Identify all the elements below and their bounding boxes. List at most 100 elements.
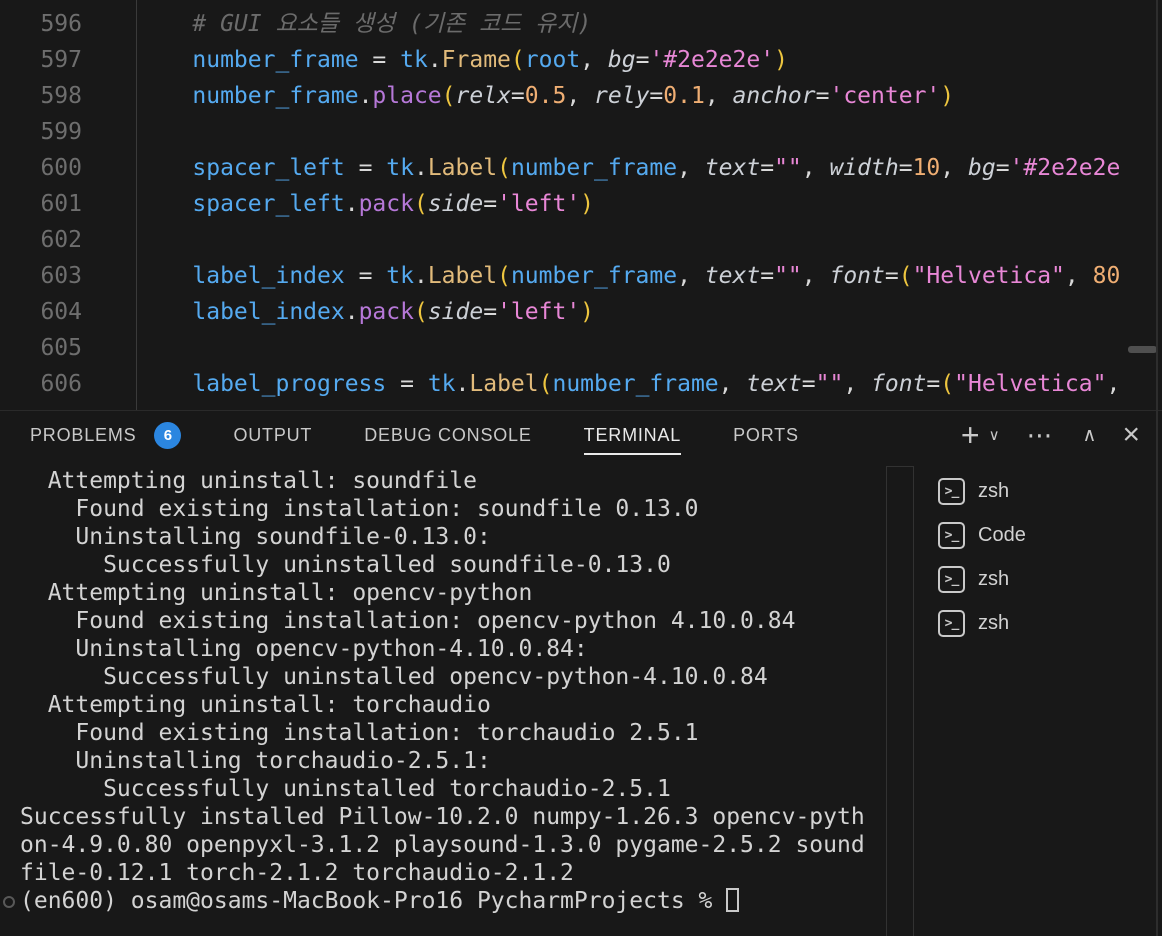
code-token: =: [635, 47, 650, 73]
code-text: spacer_left = tk.Label(number_frame, tex…: [82, 150, 1120, 186]
terminal-line: Attempting uninstall: soundfile: [20, 468, 477, 494]
code-token: Frame: [441, 47, 511, 73]
terminal-list-label: zsh: [978, 479, 1010, 502]
line-number[interactable]: 601: [0, 186, 82, 222]
tab-problems[interactable]: PROBLEMS 6: [30, 411, 182, 459]
tab-terminal[interactable]: TERMINAL: [583, 411, 682, 459]
code-token: "Helvetica": [912, 263, 1065, 289]
terminal-list-item[interactable]: >_ zsh: [915, 557, 1162, 601]
close-panel-icon[interactable]: ×: [1122, 420, 1140, 450]
code-token: .: [413, 155, 428, 181]
code-token: =: [483, 191, 498, 217]
code-token: 0.5: [524, 83, 567, 109]
more-actions-icon[interactable]: ⋯: [1027, 420, 1054, 451]
panel-tabs: PROBLEMS 6 OUTPUT DEBUG CONSOLE TERMINAL PORT…: [30, 411, 799, 459]
code-token: side: [427, 299, 484, 325]
code-token: ,: [718, 371, 747, 397]
line-number[interactable]: 596: [0, 6, 82, 42]
tab-ports[interactable]: PORTS: [733, 411, 799, 459]
code-token: number_frame: [192, 83, 359, 109]
code-line[interactable]: 598 number_frame.place(relx=0.5, rely=0.…: [0, 78, 1162, 114]
line-number[interactable]: 606: [0, 366, 82, 402]
code-text: number_frame = tk.Frame(root, bg='#2e2e2…: [82, 42, 788, 78]
line-number[interactable]: 605: [0, 330, 82, 366]
code-line[interactable]: 606 label_progress = tk.Label(number_fra…: [0, 366, 1162, 402]
code-token: Label: [427, 155, 498, 181]
line-number[interactable]: 604: [0, 294, 82, 330]
code-token: pack: [358, 191, 414, 217]
launch-profile-dropdown[interactable]: ∨: [989, 426, 1000, 444]
line-number[interactable]: 597: [0, 42, 82, 78]
terminal-list-item[interactable]: >_ zsh: [915, 601, 1162, 645]
code-token: ,: [1064, 263, 1093, 289]
code-token: bg: [967, 155, 996, 181]
code-line[interactable]: 605: [0, 330, 1162, 366]
code-token: (: [497, 155, 511, 181]
line-number[interactable]: 598: [0, 78, 82, 114]
terminal-output[interactable]: Attempting uninstall: soundfile Found ex…: [0, 459, 886, 936]
code-text: label_index = tk.Label(number_frame, tex…: [82, 258, 1120, 294]
code-token: tk: [427, 371, 456, 397]
terminal-line: Successfully installed Pillow-10.2.0 num…: [20, 804, 865, 830]
terminal-icon: >_: [938, 565, 965, 593]
code-line[interactable]: 601 spacer_left.pack(side='left'): [0, 186, 1162, 222]
terminal-icon: >_: [938, 521, 965, 549]
code-token: =: [510, 83, 525, 109]
code-token: number_frame: [552, 371, 719, 397]
terminal-list-item[interactable]: >_ zsh: [915, 469, 1162, 513]
code-line[interactable]: 600 spacer_left = tk.Label(number_frame,…: [0, 150, 1162, 186]
code-line[interactable]: 604 label_index.pack(side='left'): [0, 294, 1162, 330]
code-token: 'left': [497, 191, 581, 217]
code-token: =: [344, 155, 387, 181]
code-token: Label: [427, 263, 498, 289]
code-token: =: [995, 155, 1010, 181]
code-line[interactable]: 597 number_frame = tk.Frame(root, bg='#2…: [0, 42, 1162, 78]
terminal-prompt-text: (en600) osam@osams-MacBook-Pro16 Pycharm…: [20, 888, 727, 914]
code-line[interactable]: 596 # GUI 요소들 생성 (기존 코드 유지): [0, 6, 1162, 42]
code-line[interactable]: 602: [0, 222, 1162, 258]
bottom-panel: PROBLEMS 6 OUTPUT DEBUG CONSOLE TERMINAL PORT…: [0, 410, 1162, 936]
code-token: =: [898, 155, 913, 181]
terminal-list-item[interactable]: >_ Code: [915, 513, 1162, 557]
new-terminal-icon[interactable]: +: [961, 419, 980, 451]
tab-debug-console[interactable]: DEBUG CONSOLE: [364, 411, 531, 459]
line-number[interactable]: 602: [0, 222, 82, 258]
code-token: tk: [386, 263, 414, 289]
command-decoration-icon: [3, 896, 15, 908]
code-token: =: [760, 263, 775, 289]
code-token: spacer_left: [192, 155, 345, 181]
code-token: Label: [469, 371, 539, 397]
code-token: '#2e2e2e: [1009, 155, 1121, 181]
code-token: ,: [801, 263, 830, 289]
code-token: 'center': [829, 83, 941, 109]
code-token: bg: [607, 47, 636, 73]
tab-output[interactable]: OUTPUT: [233, 411, 312, 459]
code-token: =: [483, 299, 498, 325]
code-token: .: [413, 263, 428, 289]
line-number[interactable]: 603: [0, 258, 82, 294]
terminal-icon: >_: [938, 477, 965, 505]
terminal-icon: >_: [938, 609, 965, 637]
terminal-scrollbar[interactable]: [886, 466, 914, 936]
code-token: # GUI 요소들 생성 (기존 코드 유지): [192, 11, 592, 37]
code-token: root: [524, 47, 581, 73]
code-editor[interactable]: 596 # GUI 요소들 생성 (기존 코드 유지) 597 number_fr…: [0, 0, 1162, 410]
code-token: place: [372, 83, 442, 109]
code-token: number_frame: [510, 263, 678, 289]
maximize-panel-icon[interactable]: ∧: [1083, 424, 1097, 447]
code-token: side: [427, 191, 484, 217]
line-number[interactable]: 600: [0, 150, 82, 186]
code-token: "": [774, 155, 802, 181]
code-token: (: [497, 263, 511, 289]
terminal-line: Found existing installation: torchaudio …: [20, 720, 699, 746]
code-line[interactable]: 599: [0, 114, 1162, 150]
code-token: tk: [400, 47, 428, 73]
line-number[interactable]: 599: [0, 114, 82, 150]
code-token: ,: [580, 47, 608, 73]
code-line[interactable]: 603 label_index = tk.Label(number_frame,…: [0, 258, 1162, 294]
editor-scrollbar-thumb[interactable]: [1128, 346, 1157, 353]
